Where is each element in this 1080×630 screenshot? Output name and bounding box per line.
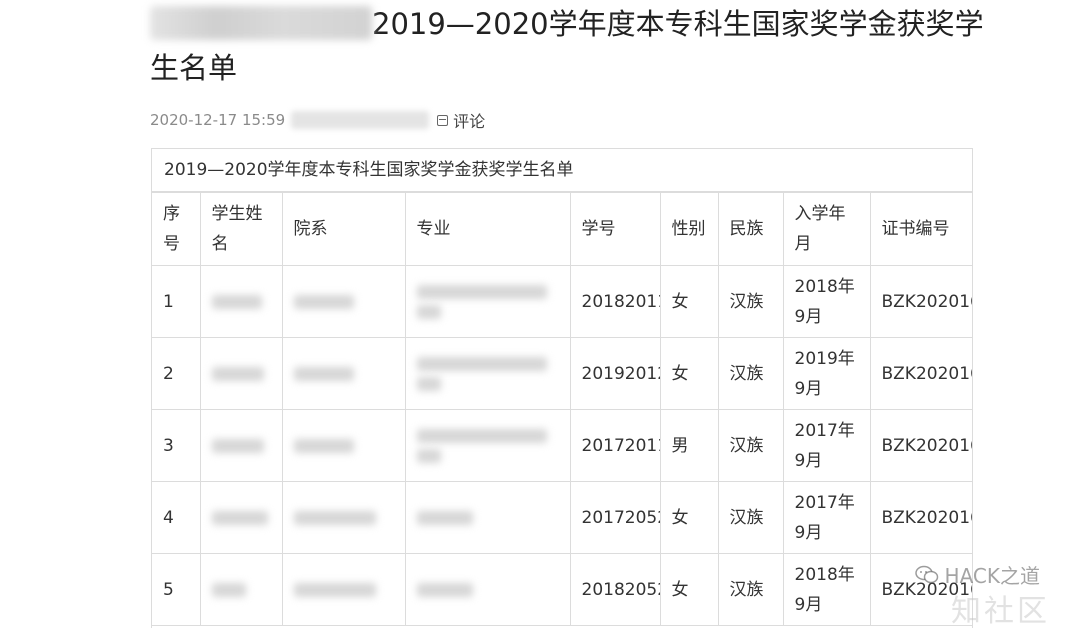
redacted-major <box>404 265 571 338</box>
table-header-row: 序号 学生姓名 院系 专业 学号 性别 民族 入学年月 证书编号 <box>152 192 972 266</box>
cell-index: 3 <box>152 409 201 482</box>
cell-enroll-date: 2018年9月 <box>782 265 871 338</box>
header-ethnicity: 民族 <box>717 192 784 266</box>
cell-enroll-date: 2017年9月 <box>782 409 871 482</box>
cell-certificate: BZK202016154 <box>869 409 972 482</box>
redacted-major <box>404 337 571 410</box>
table-row: 4 201720520008 女 汉族 2017年9月 BZK202016155 <box>152 481 972 554</box>
redacted-university-name <box>150 6 372 40</box>
table-row: 3 201720110019 男 汉族 2017年9月 BZK202016154 <box>152 409 972 482</box>
comment-link[interactable]: 评论 <box>437 108 485 132</box>
redacted-department <box>281 409 406 482</box>
watermark-background: 知社区 <box>951 594 1050 629</box>
redacted-major <box>404 409 571 482</box>
cell-student-id: 201820110035 <box>569 265 661 338</box>
header-gender: 性别 <box>659 192 719 266</box>
table-row: 1 201820110035 女 汉族 2018年9月 BZK202016152 <box>152 265 972 338</box>
redacted-author <box>291 111 430 129</box>
cell-student-id: 201720520008 <box>569 481 661 554</box>
header-department: 院系 <box>281 192 406 266</box>
cell-ethnicity: 汉族 <box>717 553 784 626</box>
cell-index: 5 <box>152 553 201 626</box>
cell-ethnicity: 汉族 <box>717 265 784 338</box>
comment-label: 评论 <box>453 112 486 131</box>
publish-date: 2020-12-17 15:59 <box>150 111 286 129</box>
cell-gender: 女 <box>659 553 719 626</box>
redacted-major <box>404 481 571 554</box>
redacted-department <box>281 337 406 410</box>
cell-certificate: BZK202016152 <box>869 265 972 338</box>
table-row: 5 201820520038 女 汉族 2018年9月 BZK202016156 <box>152 553 972 626</box>
redacted-major <box>404 553 571 626</box>
redacted-department <box>281 553 406 626</box>
header-name: 学生姓名 <box>199 192 283 266</box>
redacted-name <box>199 409 283 482</box>
cell-ethnicity: 汉族 <box>717 481 784 554</box>
article-title: 2019—2020学年度本专科生国家奖学金获奖学生名单 <box>150 2 990 90</box>
header-index: 序号 <box>152 192 201 266</box>
cell-enroll-date: 2018年9月 <box>782 553 871 626</box>
cell-gender: 女 <box>659 337 719 410</box>
cell-certificate: BZK202016153 <box>869 337 972 410</box>
table-row: 2 201920120033 女 汉族 2019年9月 BZK202016153 <box>152 337 972 410</box>
cell-student-id: 201920120033 <box>569 337 661 410</box>
cell-enroll-date: 2017年9月 <box>782 481 871 554</box>
cell-gender: 男 <box>659 409 719 482</box>
cell-index: 2 <box>152 337 201 410</box>
cell-certificate: BZK202016155 <box>869 481 972 554</box>
header-student-id: 学号 <box>569 192 661 266</box>
redacted-name <box>199 481 283 554</box>
cell-gender: 女 <box>659 481 719 554</box>
article-meta: 2020-12-17 15:59 评论 <box>150 108 485 132</box>
header-enroll-date: 入学年月 <box>782 192 871 266</box>
cell-index: 4 <box>152 481 201 554</box>
comment-icon <box>437 114 449 126</box>
cell-enroll-date: 2019年9月 <box>782 337 871 410</box>
table-caption: 2019—2020学年度本专科生国家奖学金获奖学生名单 <box>152 149 972 192</box>
cell-ethnicity: 汉族 <box>717 337 784 410</box>
cell-gender: 女 <box>659 265 719 338</box>
cell-index: 1 <box>152 265 201 338</box>
winner-table: 序号 学生姓名 院系 专业 学号 性别 民族 入学年月 证书编号 1 20182… <box>152 192 972 626</box>
cell-student-id: 201820520038 <box>569 553 661 626</box>
header-major: 专业 <box>404 192 571 266</box>
redacted-department <box>281 265 406 338</box>
redacted-name <box>199 553 283 626</box>
cell-student-id: 201720110019 <box>569 409 661 482</box>
redacted-name <box>199 337 283 410</box>
cell-ethnicity: 汉族 <box>717 409 784 482</box>
redacted-department <box>281 481 406 554</box>
scholarship-table: 2019—2020学年度本专科生国家奖学金获奖学生名单 序号 学生姓名 院系 专… <box>151 148 973 628</box>
redacted-name <box>199 265 283 338</box>
header-certificate: 证书编号 <box>869 192 972 266</box>
